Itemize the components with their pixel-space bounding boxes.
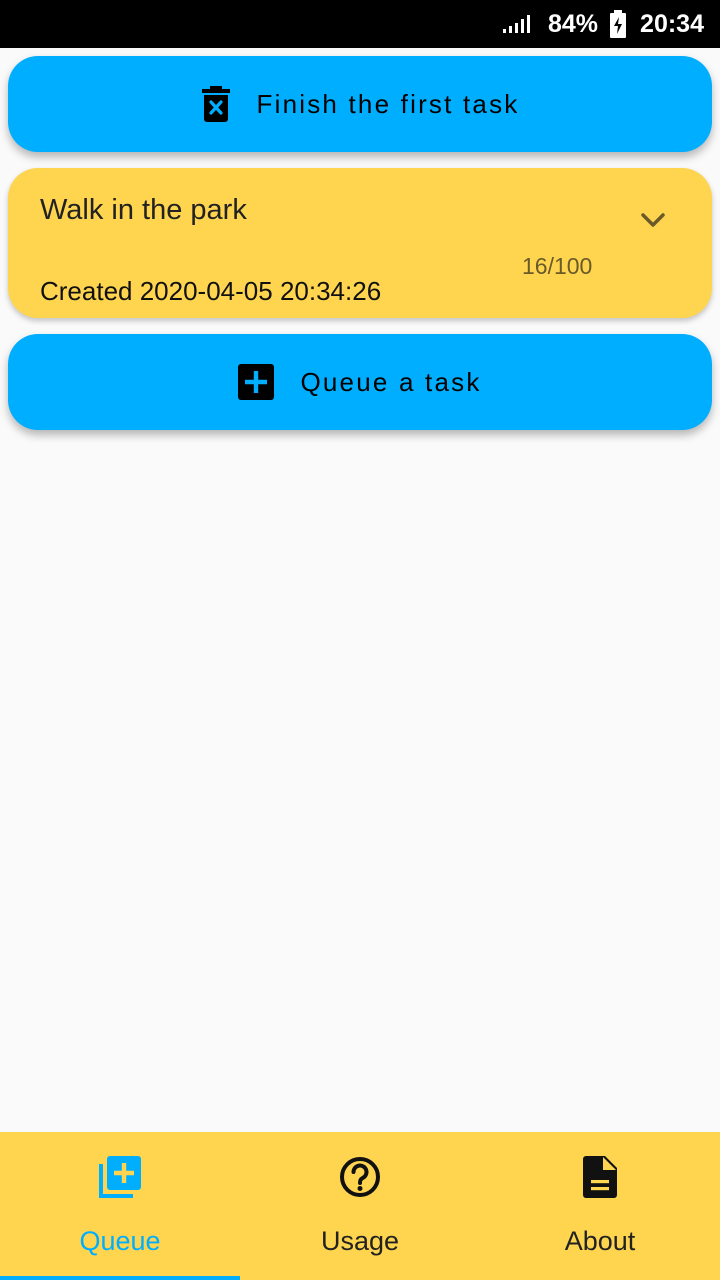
nav-tab-usage[interactable]: Usage — [240, 1132, 480, 1280]
nav-label-usage: Usage — [320, 1226, 400, 1256]
nav-label-queue: Queue — [79, 1226, 161, 1256]
battery-charging-icon — [610, 10, 627, 38]
task-created-timestamp: Created 2020-04-05 20:34:26 — [40, 276, 382, 306]
nav-tab-queue[interactable]: Queue — [0, 1132, 240, 1280]
queue-task-button[interactable]: Queue a task — [8, 334, 712, 430]
signal-icon — [503, 15, 530, 33]
help-outline-icon — [339, 1154, 381, 1200]
add-box-icon — [238, 364, 275, 400]
bottom-navigation: Queue Usage About — [0, 1132, 720, 1280]
chevron-down-icon[interactable] — [640, 212, 666, 233]
nav-label-about: About — [564, 1226, 636, 1256]
delete-forever-icon — [201, 86, 231, 122]
status-bar: 84% 20:34 — [0, 0, 720, 48]
battery-percent: 84% — [548, 9, 599, 38]
active-tab-indicator — [0, 1276, 240, 1280]
queue-task-label: Queue a task — [300, 366, 482, 397]
clock: 20:34 — [640, 9, 704, 38]
nav-tab-about[interactable]: About — [480, 1132, 720, 1280]
finish-first-task-label: Finish the first task — [256, 88, 520, 119]
finish-first-task-button[interactable]: Finish the first task — [8, 56, 712, 152]
task-card[interactable]: Walk in the park 16/100 Created 2020-04-… — [8, 168, 712, 318]
description-icon — [583, 1154, 617, 1200]
library-add-icon — [99, 1154, 141, 1200]
task-title: Walk in the park — [40, 194, 247, 226]
task-counter: 16/100 — [522, 253, 593, 279]
